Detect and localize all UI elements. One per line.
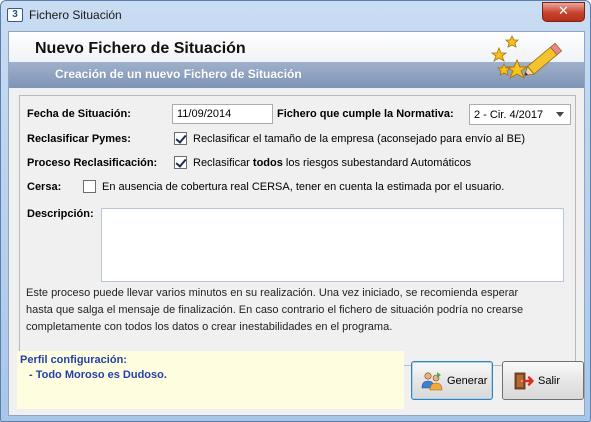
title-bar[interactable]: 3 Fichero Situación ✕ [1,1,590,31]
proceso-text-pre: Reclasificar [193,157,253,169]
pymes-checkbox[interactable] [174,132,187,145]
info-line: Este proceso puede llevar varios minutos… [26,287,519,299]
info-line: hasta que salga el mensaje de finalizaci… [26,304,524,316]
salir-label: Salir [538,375,561,387]
proceso-checkbox[interactable] [174,156,187,169]
descripcion-label: Descripción: [27,208,94,220]
fecha-label: Fecha de Situación: [27,108,131,120]
profile-item: - Todo Moroso es Dudoso. [29,369,167,381]
normativa-select[interactable]: 2 - Cir. 4/2017 [469,104,571,125]
chevron-down-icon[interactable] [556,112,564,117]
normativa-value: 2 - Cir. 4/2017 [474,109,544,121]
proceso-text-post: los riesgos subestandard Automáticos [282,157,472,169]
window-title: Fichero Situación [29,8,122,22]
app-logo-icon: 3 [7,8,23,22]
info-text: Este proceso puede llevar varios minutos… [20,285,575,336]
normativa-label: Fichero que cumple la Normativa: [277,108,454,120]
form-panel: Fecha de Situación: 11/09/2014 Fichero q… [19,95,576,366]
dialog-window: 3 Fichero Situación ✕ Nuevo Fichero de S… [0,0,591,422]
header-subtitle: Creación de un nuevo Fichero de Situació… [55,67,302,81]
exit-door-icon [514,372,534,390]
proceso-text-bold: todos [252,157,283,169]
generar-label: Generar [447,375,488,387]
proceso-text: Reclasificar todos los riesgos subestand… [193,157,471,169]
salir-button[interactable]: Salir [502,361,584,400]
stars-pencil-icon [490,35,563,80]
dialog-client: Nuevo Fichero de Situación Creación de u… [8,31,585,416]
pymes-label: Reclasificar Pymes: [27,133,131,145]
generar-button[interactable]: Generar [411,361,493,400]
pymes-text: Reclasificar el tamaño de la empresa (ac… [193,133,526,145]
cersa-text: En ausencia de cobertura real CERSA, ten… [102,181,505,193]
descripcion-textarea[interactable] [101,208,564,282]
cersa-checkbox[interactable] [83,180,96,193]
close-button[interactable]: ✕ [542,2,585,22]
fecha-input[interactable]: 11/09/2014 [172,104,273,124]
dialog-header: Nuevo Fichero de Situación Creación de u… [9,32,584,88]
profile-title: Perfil configuración: [20,354,127,366]
header-title: Nuevo Fichero de Situación [35,40,246,57]
users-generate-icon [421,372,443,391]
proceso-label: Proceso Reclasificación: [27,157,158,169]
info-line: completamente con todos los datos o crea… [26,321,393,333]
profile-box: Perfil configuración: - Todo Moroso es D… [17,351,404,409]
cersa-label: Cersa: [27,181,62,193]
